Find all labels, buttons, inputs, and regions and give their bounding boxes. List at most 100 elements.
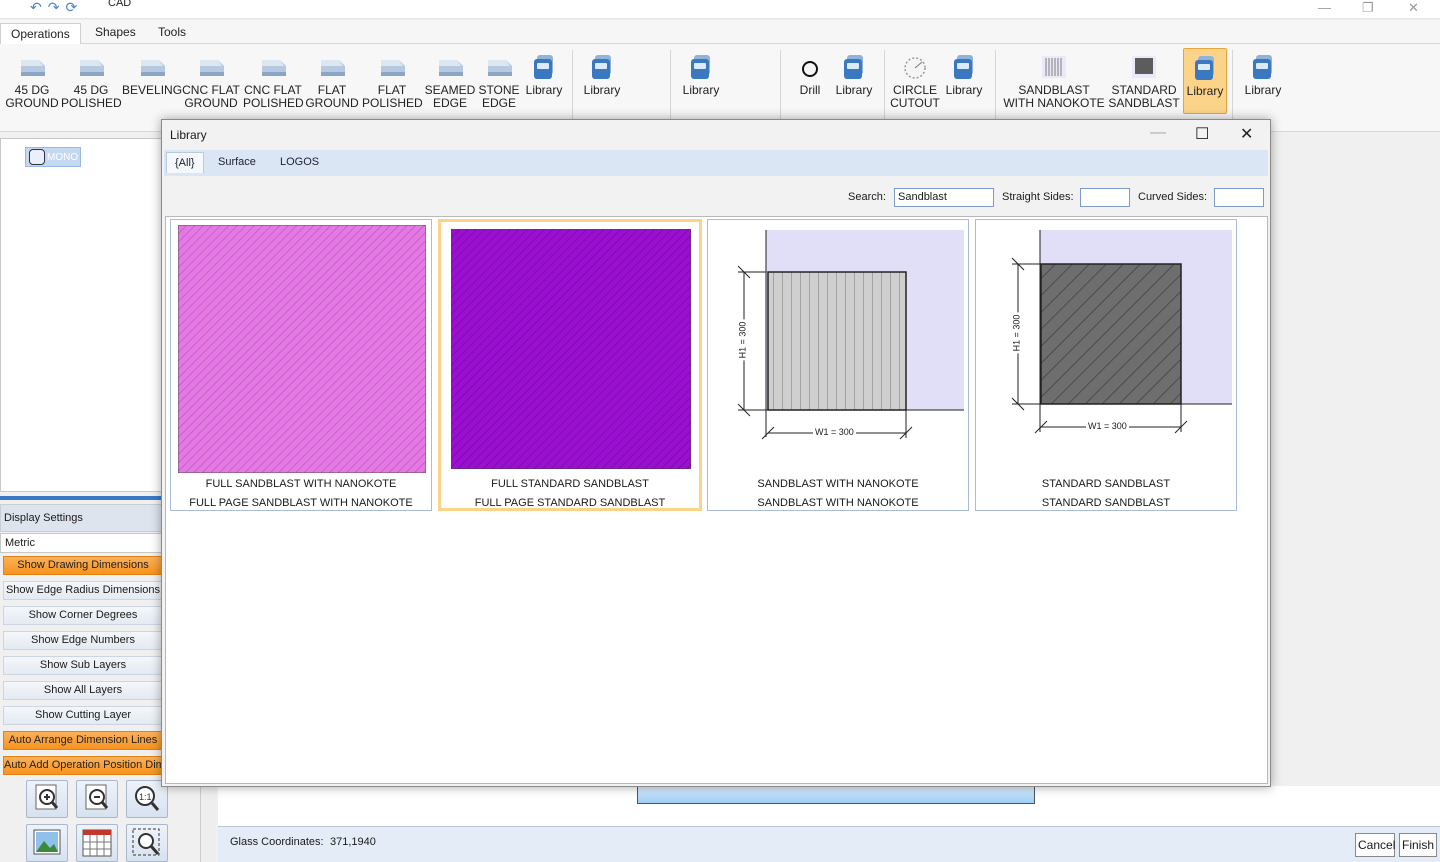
dialog-maximize-icon[interactable]: ☐: [1195, 124, 1209, 144]
ribbon-button-beveling[interactable]: BEVELING: [122, 52, 182, 97]
zoom-out-button[interactable]: [76, 780, 118, 818]
dialog-close-icon[interactable]: ✕: [1240, 124, 1253, 144]
curved-sides-label: Curved Sides:: [1138, 191, 1208, 203]
toggle-show-sub-layers[interactable]: Show Sub Layers: [3, 656, 163, 675]
ribbon-button-flat-ground[interactable]: FLAT GROUND: [302, 52, 362, 110]
redo-icon[interactable]: ↷: [48, 0, 60, 14]
toggle-show-edge-numbers[interactable]: Show Edge Numbers: [3, 631, 163, 650]
ribbon-button-label: Library: [945, 83, 983, 97]
ribbon-button-sandblast-with-nanokote[interactable]: SANDBLAST WITH NANOKOTE: [1003, 52, 1105, 110]
ribbon-button-library-7[interactable]: Library: [1233, 52, 1293, 97]
status-bar: Glass Coordinates: 371,1940: [218, 826, 1440, 862]
ribbon-button-label: Library: [835, 83, 873, 97]
zoom-in-button[interactable]: [26, 780, 68, 818]
ribbon-button-label: FLAT POLISHED: [362, 83, 423, 110]
ribbon-button-45-dg-polished[interactable]: 45 DG POLISHED: [61, 52, 122, 110]
tab-all[interactable]: {All}: [166, 152, 204, 173]
panel-splitter[interactable]: [0, 496, 162, 500]
ribbon-separator: [995, 50, 996, 124]
grid-button[interactable]: [76, 824, 118, 862]
ribbon-button-label: FLAT GROUND: [305, 83, 359, 110]
ribbon-button-library-active[interactable]: Library: [1183, 48, 1227, 114]
refresh-icon[interactable]: ⟳: [65, 0, 77, 14]
edge-profile-icon: [196, 52, 226, 82]
straight-sides-label: Straight Sides:: [1002, 191, 1074, 203]
edge-profile-icon: [137, 52, 167, 82]
edge-profile-icon: [317, 52, 347, 82]
tab-operations[interactable]: Operations: [0, 23, 81, 45]
coords-value: 371,1940: [330, 836, 376, 848]
ribbon-button-library-2[interactable]: Library: [572, 52, 632, 97]
cancel-button[interactable]: Cancel: [1355, 833, 1395, 857]
ribbon-button-cnc-flat-ground[interactable]: CNC FLAT GROUND: [181, 52, 241, 110]
tab-shapes[interactable]: Shapes: [95, 25, 136, 39]
finish-button[interactable]: Finish: [1399, 833, 1437, 857]
display-settings-header: Display Settings: [0, 504, 162, 532]
ribbon-button-library-4[interactable]: Library: [824, 52, 884, 97]
dialog-title: Library: [170, 128, 207, 142]
library-icon: [686, 52, 716, 82]
ribbon-button-standard-sandblast[interactable]: STANDARD SANDBLAST: [1108, 52, 1180, 110]
width-dimension-label: W1 = 300: [1086, 421, 1129, 431]
straight-sides-input[interactable]: [1080, 188, 1130, 207]
tree-node-mono[interactable]: MONO: [25, 147, 81, 167]
ribbon-button-label: Library: [1244, 83, 1282, 97]
toggle-show-corner-degrees[interactable]: Show Corner Degrees: [3, 606, 163, 625]
edge-profile-icon: [17, 52, 47, 82]
tab-logos[interactable]: LOGOS: [280, 156, 319, 168]
library-icon: [1248, 52, 1278, 82]
vertical-scrollbar[interactable]: [200, 786, 216, 862]
close-icon[interactable]: ✕: [1408, 0, 1419, 16]
library-tabs: {All} Surface LOGOS: [164, 150, 1268, 176]
ribbon-button-library-edges[interactable]: Library: [514, 52, 574, 97]
image-view-button[interactable]: [26, 824, 68, 862]
toggle-show-cutting-layer[interactable]: Show Cutting Layer: [3, 706, 163, 725]
dialog-minimize-icon[interactable]: —: [1150, 124, 1166, 142]
library-item[interactable]: FULL SANDBLAST WITH NANOKOTE FULL PAGE S…: [170, 219, 432, 511]
library-icon: [949, 52, 979, 82]
item-title: FULL SANDBLAST WITH NANOKOTE: [205, 478, 397, 490]
ribbon-button-label: 45 DG GROUND: [5, 83, 59, 110]
tab-tools[interactable]: Tools: [158, 25, 186, 39]
picture-icon: [33, 829, 61, 855]
item-subtitle: FULL PAGE STANDARD SANDBLAST: [474, 497, 666, 509]
ribbon-button-flat-polished[interactable]: FLAT POLISHED: [362, 52, 423, 110]
toggle-show-all-layers[interactable]: Show All Layers: [3, 681, 163, 700]
library-item[interactable]: H1 = 300 W1 = 300 SANDBLAST WITH NANOKOT…: [707, 219, 969, 511]
tree-node-checkbox[interactable]: [29, 149, 45, 165]
toggle-show-edge-radius-dimensions[interactable]: Show Edge Radius Dimensions: [3, 581, 163, 600]
zoom-out-icon: [85, 784, 109, 810]
toggle-auto-add-operation-position-dimensions[interactable]: Auto Add Operation Position Dimensions: [3, 756, 163, 775]
title-bar: ↶ ↷ ⟳ CAD — ❐ ✕: [0, 0, 1440, 19]
library-item-selected[interactable]: FULL STANDARD SANDBLAST FULL PAGE STANDA…: [438, 219, 702, 511]
svg-text:1:1: 1:1: [139, 792, 152, 802]
search-input[interactable]: Sandblast: [894, 188, 994, 207]
zoom-selection-button[interactable]: [126, 824, 168, 862]
library-item[interactable]: H1 = 300 W1 = 300 STANDARD SANDBLAST STA…: [975, 219, 1237, 511]
ribbon-button-cnc-flat-polished[interactable]: CNC FLAT POLISHED: [243, 52, 304, 110]
minimize-icon[interactable]: —: [1318, 0, 1331, 15]
ribbon-button-45-dg-ground[interactable]: 45 DG GROUND: [2, 52, 62, 110]
library-icon: [1190, 53, 1220, 83]
library-icon: [529, 52, 559, 82]
toggle-show-drawing-dimensions[interactable]: Show Drawing Dimensions: [3, 556, 163, 575]
height-dimension-label: H1 = 300: [737, 319, 748, 361]
library-items-grid: FULL SANDBLAST WITH NANOKOTE FULL PAGE S…: [165, 216, 1268, 784]
search-label: Search:: [848, 191, 886, 203]
full-sandblast-nanokote-thumbnail: [178, 225, 426, 473]
curved-sides-input[interactable]: [1214, 188, 1264, 207]
restore-icon[interactable]: ❐: [1362, 0, 1374, 16]
grid-icon: [82, 829, 112, 857]
ribbon-button-label: BEVELING: [122, 83, 183, 97]
sandblast-nanokote-icon: [1042, 56, 1066, 78]
ribbon-button-library-5[interactable]: Library: [934, 52, 994, 97]
library-icon: [839, 52, 869, 82]
toggle-auto-arrange-dimension-lines[interactable]: Auto Arrange Dimension Lines: [3, 731, 163, 750]
unit-select[interactable]: Metric: [0, 533, 162, 553]
tab-surface[interactable]: Surface: [218, 156, 256, 168]
library-icon: [587, 52, 617, 82]
glass-shape[interactable]: [637, 786, 1035, 804]
ribbon-button-library-3[interactable]: Library: [671, 52, 731, 97]
undo-icon[interactable]: ↶: [30, 0, 42, 14]
ribbon-button-label: STANDARD SANDBLAST: [1108, 83, 1180, 110]
